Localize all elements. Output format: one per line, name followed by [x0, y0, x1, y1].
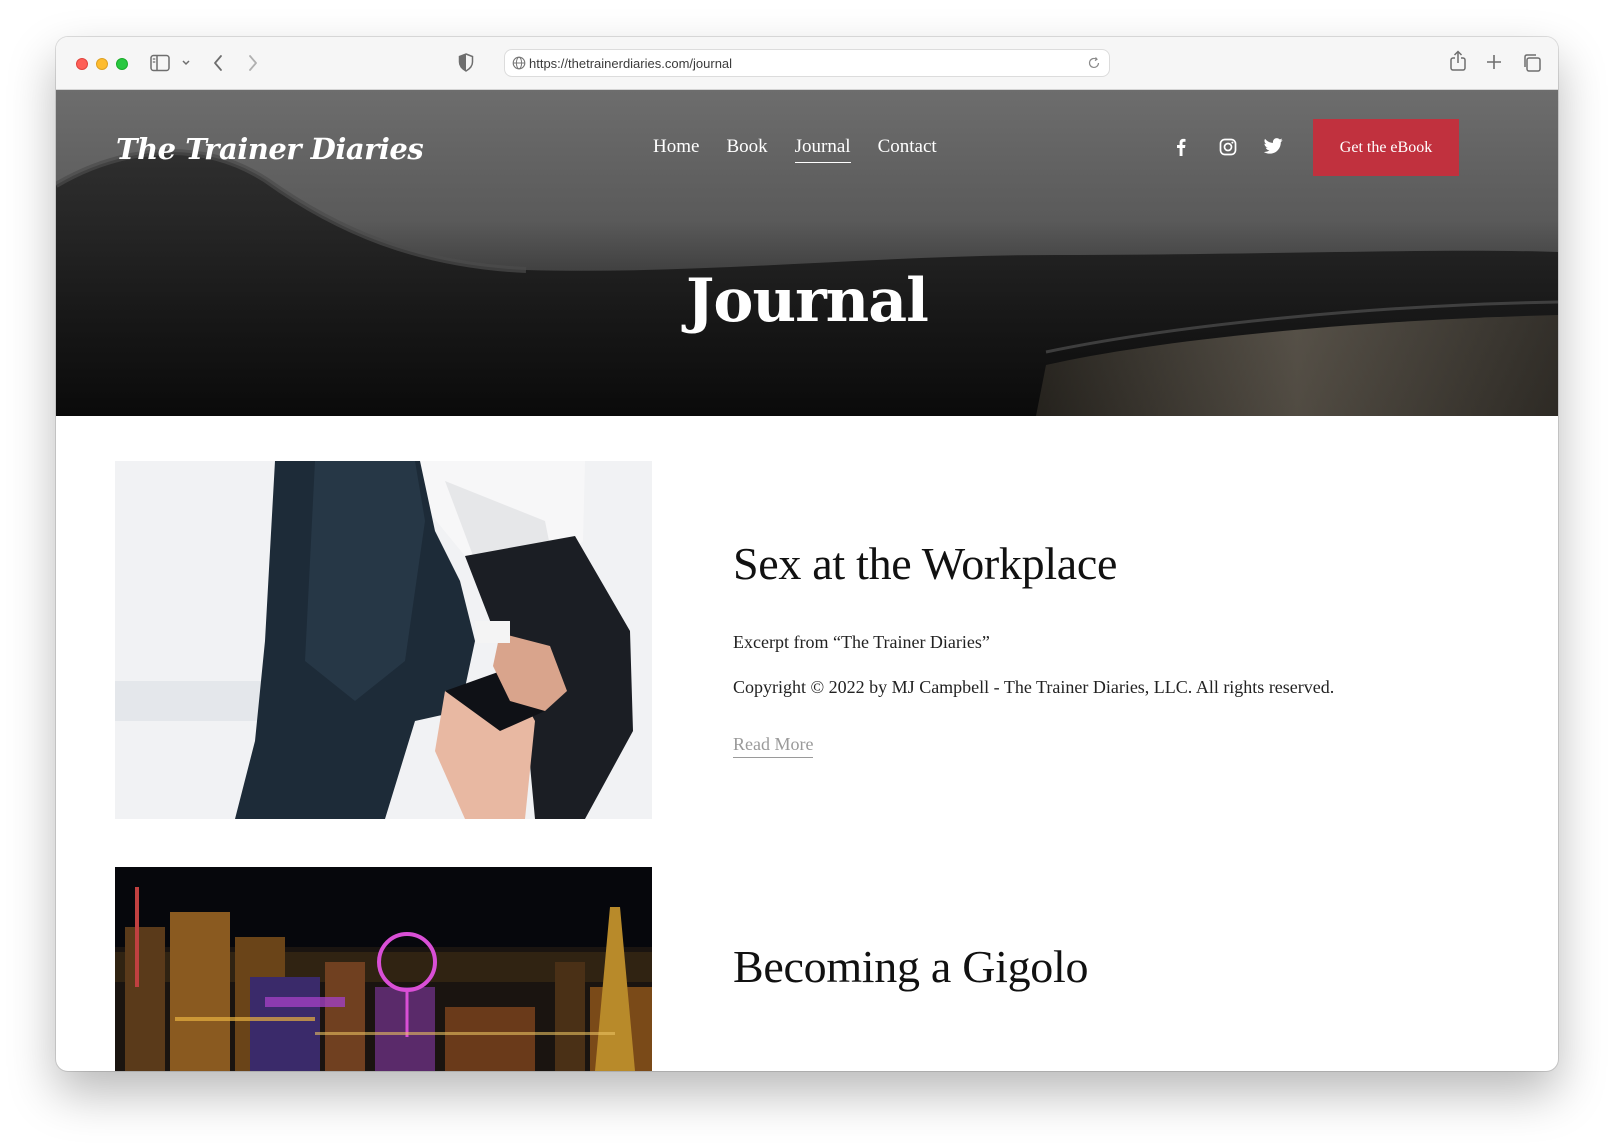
post-thumbnail[interactable]: [115, 461, 652, 819]
post-thumbnail[interactable]: [115, 867, 652, 1071]
post-thumbnail-image: [115, 461, 652, 819]
read-more-link[interactable]: Read More: [733, 734, 814, 759]
post-text: Sex at the Workplace Excerpt from “The T…: [733, 537, 1335, 759]
nav-contact[interactable]: Contact: [878, 136, 937, 163]
browser-window: https://thetrainerdiaries.com/journal Th…: [56, 37, 1558, 1071]
twitter-icon[interactable]: [1264, 138, 1283, 154]
minimize-window-button[interactable]: [96, 58, 108, 70]
post-card: Becoming a Gigolo: [115, 867, 1515, 1071]
nav-home[interactable]: Home: [653, 136, 699, 163]
new-tab-icon[interactable]: [1485, 53, 1503, 71]
close-window-button[interactable]: [76, 58, 88, 70]
facebook-icon[interactable]: [1176, 138, 1186, 156]
share-icon[interactable]: [1449, 50, 1467, 72]
url-text: https://thetrainerdiaries.com/journal: [529, 56, 733, 71]
sidebar-icon[interactable]: [150, 54, 170, 72]
hero-banner: The Trainer Diaries Home Book Journal Co…: [56, 90, 1558, 416]
page-title: Journal: [686, 266, 929, 336]
post-title[interactable]: Becoming a Gigolo: [733, 940, 1088, 993]
post-card: Sex at the Workplace Excerpt from “The T…: [115, 461, 1515, 821]
post-excerpt-line: Excerpt from “The Trainer Diaries”: [733, 632, 990, 652]
browser-toolbar: https://thetrainerdiaries.com/journal: [56, 37, 1558, 90]
post-text: Becoming a Gigolo: [733, 940, 1088, 993]
back-icon[interactable]: [212, 54, 224, 72]
post-thumbnail-image: [115, 867, 652, 1071]
main-navigation: Home Book Journal Contact: [653, 136, 937, 163]
tabs-overview-icon[interactable]: [1522, 53, 1542, 73]
globe-icon: [512, 56, 526, 70]
site-logo[interactable]: The Trainer Diaries: [116, 132, 424, 166]
chevron-down-icon[interactable]: [181, 59, 191, 67]
shield-icon[interactable]: [458, 53, 474, 72]
post-title[interactable]: Sex at the Workplace: [733, 537, 1334, 590]
nav-book[interactable]: Book: [726, 136, 767, 163]
reload-icon[interactable]: [1087, 56, 1101, 70]
forward-icon[interactable]: [247, 54, 259, 72]
zoom-window-button[interactable]: [116, 58, 128, 70]
instagram-icon[interactable]: [1219, 138, 1237, 156]
post-excerpt-line: Copyright © 2022 by MJ Campbell - The Tr…: [733, 676, 1335, 697]
address-bar[interactable]: https://thetrainerdiaries.com/journal: [504, 49, 1110, 77]
nav-journal[interactable]: Journal: [794, 136, 851, 163]
get-ebook-button[interactable]: Get the eBook: [1313, 119, 1459, 176]
